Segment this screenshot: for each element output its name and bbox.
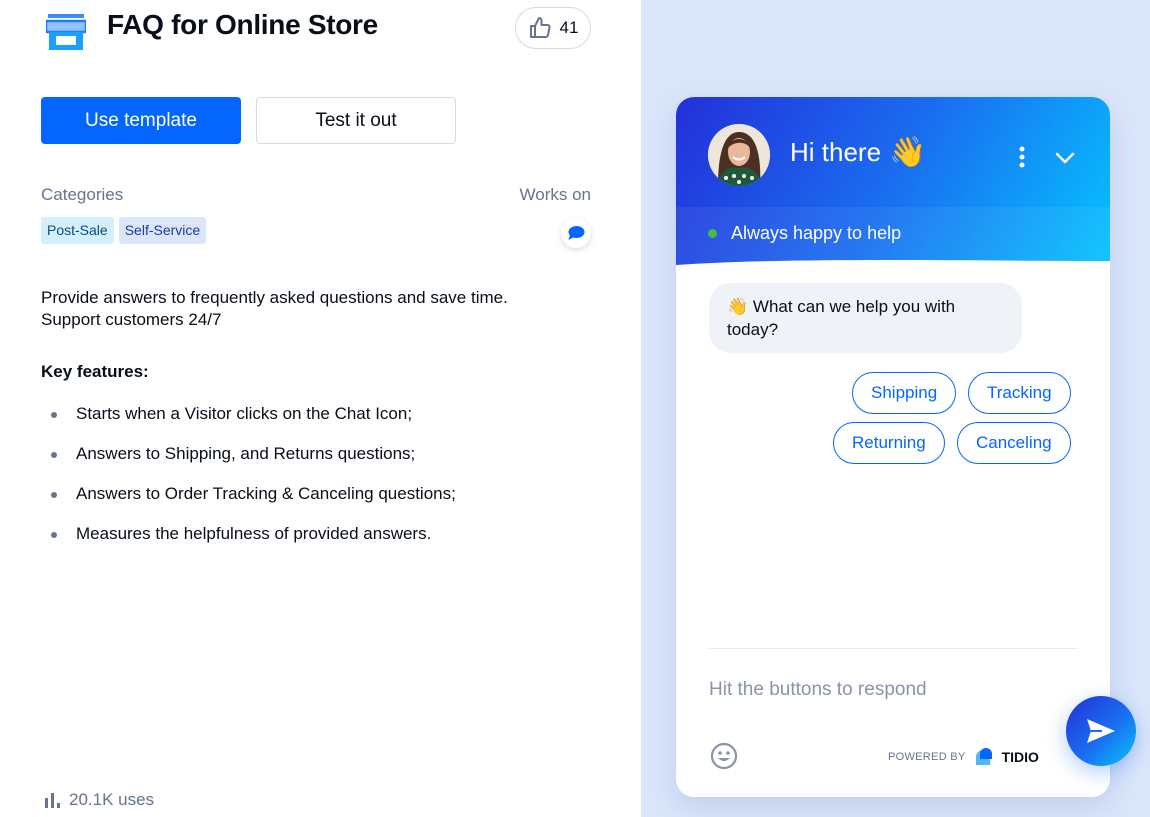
usage-stats: 20.1K uses [43, 790, 154, 810]
input-divider [709, 648, 1077, 649]
more-options-icon[interactable] [1016, 145, 1028, 169]
bullet-icon [51, 492, 57, 498]
quick-reply-returning[interactable]: Returning [833, 422, 945, 464]
description-line: Support customers 24/7 [41, 310, 222, 329]
agent-avatar [708, 124, 770, 186]
tidio-brand: TIDIO [1001, 749, 1039, 765]
message-input[interactable] [709, 672, 1049, 708]
feature-text: Measures the helpfulness of provided ans… [76, 524, 432, 543]
message-text: What can we help you with today? [727, 297, 956, 339]
description-line: Provide answers to frequently asked ques… [41, 288, 508, 307]
thumbs-up-icon [529, 17, 551, 39]
message-wave-icon: 👋 [727, 297, 749, 316]
like-button[interactable]: 41 [515, 7, 591, 49]
test-it-out-button[interactable]: Test it out [256, 97, 456, 144]
header-wave [676, 260, 1110, 277]
quick-reply-canceling[interactable]: Canceling [957, 422, 1071, 464]
chat-greeting: Hi there 👋 [790, 137, 926, 168]
feature-item: Measures the helpfulness of provided ans… [41, 520, 456, 560]
feature-text: Answers to Order Tracking & Canceling qu… [76, 484, 456, 503]
emoji-icon[interactable] [710, 742, 738, 770]
category-tags: Post-Sale Self-Service [41, 217, 207, 244]
bot-message: 👋 What can we help you with today? [709, 283, 1022, 353]
works-on-chat [561, 218, 591, 248]
page-title: FAQ for Online Store [107, 9, 378, 40]
feature-text: Answers to Shipping, and Returns questio… [76, 444, 416, 463]
chat-bubble-icon [568, 226, 585, 240]
send-icon [1087, 719, 1115, 743]
tidio-logo-icon [975, 748, 992, 765]
agent-status: Always happy to help [708, 223, 901, 244]
uses-count: 20.1K uses [69, 790, 155, 809]
tag-post-sale[interactable]: Post-Sale [41, 217, 114, 244]
feature-text: Starts when a Visitor clicks on the Chat… [76, 404, 413, 423]
bullet-icon [51, 452, 57, 458]
key-features-title: Key features: [41, 362, 149, 381]
categories-label: Categories [41, 185, 124, 204]
bullet-icon [51, 532, 57, 538]
tag-self-service[interactable]: Self-Service [118, 217, 207, 244]
powered-by: POWERED BY TIDIO [888, 747, 1039, 767]
feature-item: Answers to Order Tracking & Canceling qu… [41, 480, 456, 520]
quick-reply-shipping[interactable]: Shipping [852, 372, 957, 414]
send-button[interactable] [1066, 696, 1136, 766]
quick-reply-tracking[interactable]: Tracking [968, 372, 1071, 414]
feature-item: Answers to Shipping, and Returns questio… [41, 440, 456, 480]
bar-chart-icon [45, 793, 60, 808]
template-details-panel: FAQ for Online Store 41 Use template Tes… [0, 0, 641, 817]
like-count: 41 [559, 18, 579, 37]
use-template-button[interactable]: Use template [41, 97, 241, 144]
powered-by-text: POWERED BY [888, 751, 966, 763]
online-dot-icon [708, 229, 717, 238]
feature-item: Starts when a Visitor clicks on the Chat… [41, 400, 456, 440]
works-on-label: Works on [519, 185, 592, 204]
store-icon [46, 14, 86, 50]
greeting-text: Hi there [790, 137, 882, 167]
template-description: Provide answers to frequently asked ques… [41, 287, 581, 331]
chat-widget-preview: Hi there 👋 Always happy to help 👋 What c… [676, 97, 1110, 797]
key-features-list: Starts when a Visitor clicks on the Chat… [41, 400, 456, 560]
waving-hand-icon: 👋 [889, 135, 927, 169]
bullet-icon [51, 412, 57, 418]
chevron-down-icon[interactable] [1054, 149, 1076, 167]
chat-header: Hi there 👋 Always happy to help [676, 97, 1110, 272]
status-text: Always happy to help [731, 223, 902, 243]
